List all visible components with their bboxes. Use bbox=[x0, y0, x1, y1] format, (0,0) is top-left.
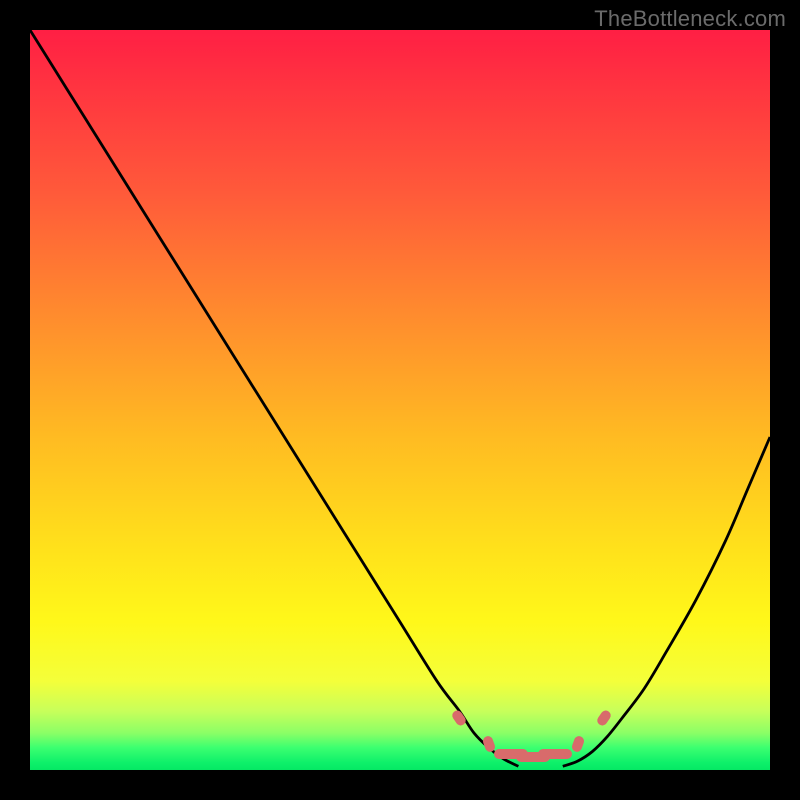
bottleneck-curves bbox=[30, 30, 770, 770]
curve-right bbox=[563, 437, 770, 766]
plot-area bbox=[30, 30, 770, 770]
chart-frame: TheBottleneck.com bbox=[0, 0, 800, 800]
curve-left bbox=[30, 30, 518, 766]
watermark-text: TheBottleneck.com bbox=[594, 6, 786, 32]
